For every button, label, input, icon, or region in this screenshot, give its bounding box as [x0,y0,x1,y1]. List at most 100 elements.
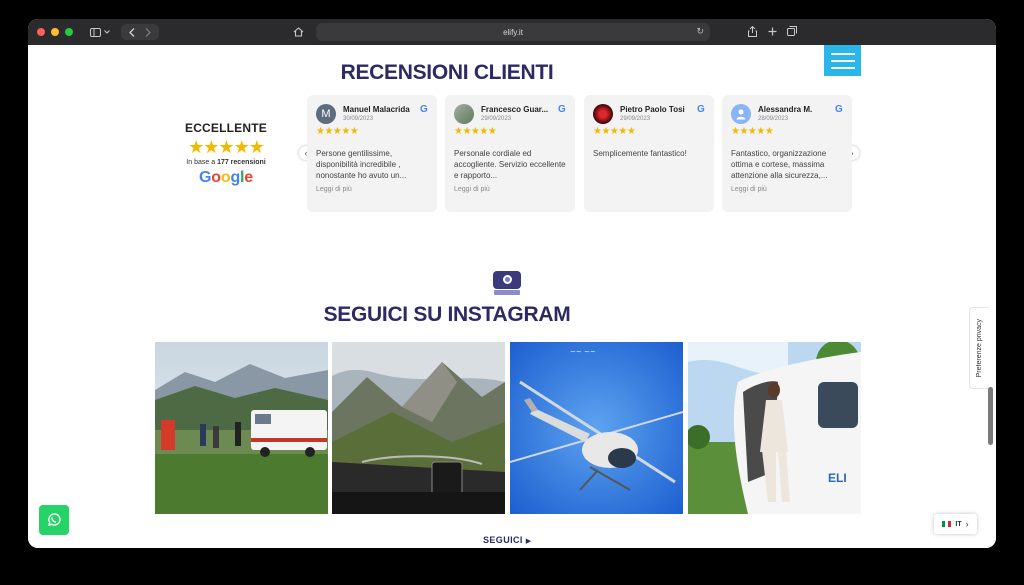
instagram-title: SEGUICI SU INSTAGRAM [323,303,571,326]
whatsapp-icon [47,513,61,526]
instagram-photo[interactable] [332,342,505,514]
review-date: 29/09/2023 [620,116,651,122]
sidebar-toggle-button[interactable] [87,24,113,40]
review-date: 30/09/2023 [343,116,374,122]
chevron-down-icon [104,30,110,34]
caret-right-icon: ▶ [525,538,532,545]
new-tab-button[interactable] [766,24,778,38]
review-header: M Manuel Malacrida 30/09/2023 G [316,104,428,124]
chevron-left-icon [129,27,135,37]
read-more-link[interactable]: Leggi di più [316,186,428,193]
reviews-summary: ECCELLENTE ★★★★★ In base a 177 recension… [178,121,274,187]
follow-label: SEGUICI [483,535,523,545]
instagram-photo[interactable]: ELI [688,342,861,514]
google-logo-letter: G [199,169,212,186]
reviews-title: RECENSIONI CLIENTI [340,61,554,84]
review-text: Persone gentilissime, disponibilità incr… [316,149,407,180]
reviewer-name: Pietro Paolo Tosi [620,105,685,114]
google-logo-letter: o [220,169,231,186]
chevron-right-icon: › [965,519,969,529]
language-code: IT [955,520,962,528]
rating-word: ECCELLENTE [184,121,267,135]
browser-toolbar: elify.it ↻ [28,19,996,45]
language-selector[interactable]: IT › [934,514,977,534]
history-nav [121,24,159,40]
review-stars: ★★★★★ [454,126,497,137]
review-card: Pietro Paolo Tosi 29/09/2023 G ★★★★★ Sem… [584,95,714,212]
forward-button[interactable] [141,25,155,39]
minimize-window-button[interactable] [51,28,59,36]
reviewer-meta: Alessandra M. 28/09/2023 [758,104,832,122]
google-logo: Google [178,169,274,187]
review-card: Francesco Guar... 29/09/2023 G ★★★★★ Per… [445,95,575,212]
home-icon [293,27,303,37]
review-stars: ★★★★★ [731,126,774,137]
rating-stars: ★★★★★ [188,137,265,157]
instagram-photo[interactable] [155,342,328,514]
review-date: 29/09/2023 [481,116,512,122]
address-bar[interactable]: elify.it ↻ [316,23,710,41]
google-logo-letter: e [244,169,253,186]
rating-count: In base a 177 recensioni [178,159,274,166]
review-stars: ★★★★★ [593,126,636,137]
review-date: 28/09/2023 [758,116,789,122]
review-text: Personale cordiale ed accogliente. Servi… [454,149,566,180]
review-header: Francesco Guar... 29/09/2023 G [454,104,566,124]
helicopter-sky-image: ~~ ~~ [510,342,683,514]
user-icon [736,109,746,120]
reviewer-name: Alessandra M. [758,105,813,114]
privacy-preferences-tab[interactable]: Preferenze privacy [969,307,989,389]
zoom-window-button[interactable] [65,28,73,36]
toolbar-actions [746,24,798,38]
google-logo-letter: g [230,169,241,186]
woman-helicopter-image: ELI [688,342,861,514]
rating-count-prefix: In base a [186,159,216,166]
google-icon: G [558,104,566,115]
instagram-photo[interactable]: ~~ ~~ [510,342,683,514]
chevron-right-icon [145,27,151,37]
share-button[interactable] [746,24,758,38]
reviewer-avatar [731,104,751,124]
read-more-link[interactable]: Leggi di più [731,186,843,193]
review-text: Semplicemente fantastico! [593,149,687,158]
landscape-ambulance-image [155,342,328,514]
page-scrollbar[interactable] [988,387,993,445]
read-more-link[interactable]: Leggi di più [454,186,566,193]
reviewer-avatar [454,104,474,124]
menu-icon-line [830,52,855,55]
url-text: elify.it [503,27,523,37]
review-header: Pietro Paolo Tosi 29/09/2023 G [593,104,705,124]
reviewer-meta: Pietro Paolo Tosi 29/09/2023 [620,104,694,122]
camera-icon [493,271,521,295]
helicopter-livery-text: ELI [828,471,847,485]
review-text: Fantastico, organizzazione ottima e cort… [731,149,828,180]
google-icon: G [420,104,428,115]
reviewer-name: Manuel Malacrida [343,105,410,114]
close-window-button[interactable] [37,28,45,36]
review-card: Alessandra M. 28/09/2023 G ★★★★★ Fantast… [722,95,852,212]
sidebar-icon [90,27,101,37]
reviewer-avatar [593,104,613,124]
follow-instagram-link[interactable]: SEGUICI ▶ [483,535,532,545]
mountain-cockpit-image [332,342,505,514]
home-button[interactable] [290,24,306,40]
reviewer-avatar: M [316,104,336,124]
italy-flag-icon [942,521,952,527]
back-button[interactable] [125,25,139,39]
browser-window: elify.it ↻ RECENSIONI CLIENTI ECCELLENTE… [28,19,996,548]
privacy-tab-label: Preferenze privacy [976,318,983,378]
reload-icon[interactable]: ↻ [696,26,704,37]
review-header: Alessandra M. 28/09/2023 G [731,104,843,124]
watermark-signature: ~~ ~~ [570,348,596,356]
web-page: RECENSIONI CLIENTI ECCELLENTE ★★★★★ In b… [28,45,996,548]
tab-overview-button[interactable] [786,24,798,38]
reviewer-meta: Manuel Malacrida 30/09/2023 [343,104,417,122]
google-icon: G [697,104,705,115]
reviewer-meta: Francesco Guar... 29/09/2023 [481,104,555,122]
camera-lens [503,275,512,284]
google-icon: G [835,104,843,115]
camera-base [494,290,520,295]
window-controls [37,28,73,36]
tabs-icon [787,26,797,36]
whatsapp-button[interactable] [39,505,69,535]
